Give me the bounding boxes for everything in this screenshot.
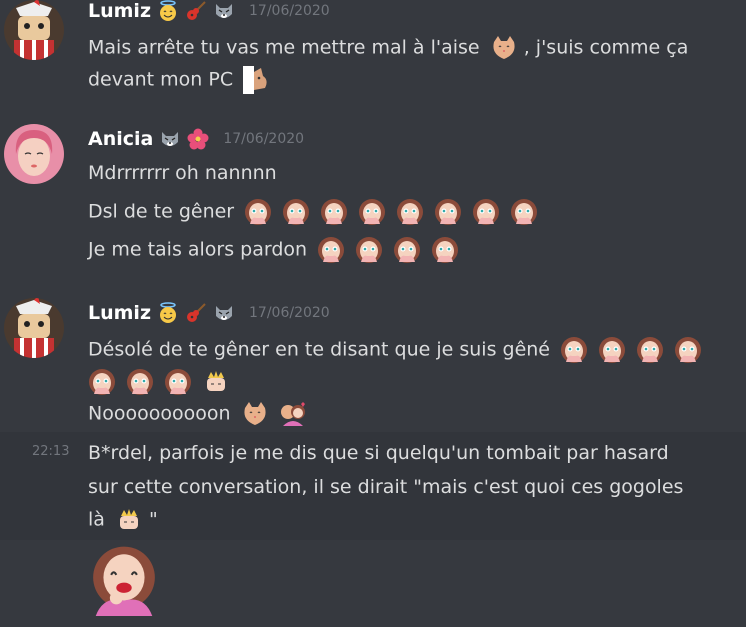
girl-cry-emoji-icon — [393, 236, 421, 264]
angel-emoji-icon — [157, 302, 179, 324]
girl-cry-emoji-icon — [88, 368, 116, 396]
girl-laugh-emoji-icon — [88, 544, 160, 616]
message-group-anicia: Anicia 17/06/2020 Mdrrrrrrr oh nannnn Ds… — [0, 124, 746, 274]
message-text: Dsl de te gêner — [88, 198, 538, 226]
guitar-emoji-icon — [185, 0, 207, 22]
message-text: devant mon PC — [88, 66, 271, 94]
username[interactable]: Lumiz — [88, 302, 151, 324]
message-text: Désolé de te gêner en te disant que je s… — [88, 336, 702, 364]
girl-cry-emoji-icon — [472, 198, 500, 226]
girl-cry-emoji-icon — [431, 236, 459, 264]
girl-cry-emoji-icon — [510, 198, 538, 226]
girl-cry-emoji-icon — [396, 198, 424, 226]
message-text: Je me tais alors pardon — [88, 236, 459, 264]
message-continuation[interactable]: 22:13 B*rdel, parfois je me dis que si q… — [0, 432, 746, 627]
emoji-row — [84, 368, 230, 396]
girl-cry-emoji-icon — [636, 336, 664, 364]
message-group-lumiz-2: Lumiz 17/06/2020 Désolé de te gêner en t… — [0, 298, 746, 432]
girl-cry-emoji-icon — [317, 236, 345, 264]
crown-face-emoji-icon — [115, 506, 143, 534]
girl-cry-emoji-icon — [126, 368, 154, 396]
hug-emoji-icon — [279, 400, 307, 428]
timestamp: 17/06/2020 — [249, 305, 330, 321]
message-text: là " — [88, 506, 158, 534]
girl-cry-emoji-icon — [434, 198, 462, 226]
username[interactable]: Lumiz — [88, 0, 151, 22]
girl-cry-emoji-icon — [282, 198, 310, 226]
username[interactable]: Anicia — [88, 128, 153, 150]
avatar-anicia[interactable] — [4, 124, 64, 184]
message-group-lumiz-1: Lumiz 17/06/2020 Mais arrête tu vas me m… — [0, 0, 746, 110]
crown-face-emoji-icon — [202, 368, 230, 396]
hover-timestamp: 22:13 — [32, 444, 70, 459]
girl-cry-emoji-icon — [164, 368, 192, 396]
message-text: sur cette conversation, il se dirait "ma… — [88, 476, 684, 498]
avatar-lumiz[interactable] — [4, 298, 64, 358]
girl-cry-emoji-icon — [320, 198, 348, 226]
wolf-emoji-icon — [213, 0, 235, 22]
angel-emoji-icon — [157, 0, 179, 22]
message-text: Mdrrrrrrr oh nannnn — [88, 162, 277, 184]
timestamp: 17/06/2020 — [249, 3, 330, 19]
message-text: Noooooooooon — [88, 400, 307, 428]
message-text: B*rdel, parfois je me dis que si quelqu'… — [88, 442, 669, 464]
guitar-emoji-icon — [185, 302, 207, 324]
wolf-emoji-icon — [159, 128, 181, 150]
timestamp: 17/06/2020 — [223, 131, 305, 147]
girl-cry-emoji-icon — [560, 336, 588, 364]
message-text: Mais arrête tu vas me mettre mal à l'ais… — [88, 34, 688, 62]
girl-cry-emoji-icon — [598, 336, 626, 364]
cat-face-emoji-icon — [490, 34, 518, 62]
girl-cry-emoji-icon — [358, 198, 386, 226]
large-sticker — [88, 544, 160, 620]
hibiscus-emoji-icon — [187, 128, 209, 150]
girl-cry-emoji-icon — [244, 198, 272, 226]
avatar-lumiz[interactable] — [4, 0, 64, 60]
girl-cry-emoji-icon — [674, 336, 702, 364]
cat-peek-emoji-icon — [243, 66, 271, 94]
wolf-emoji-icon — [213, 302, 235, 324]
girl-cry-emoji-icon — [355, 236, 383, 264]
cat-cry-emoji-icon — [241, 400, 269, 428]
